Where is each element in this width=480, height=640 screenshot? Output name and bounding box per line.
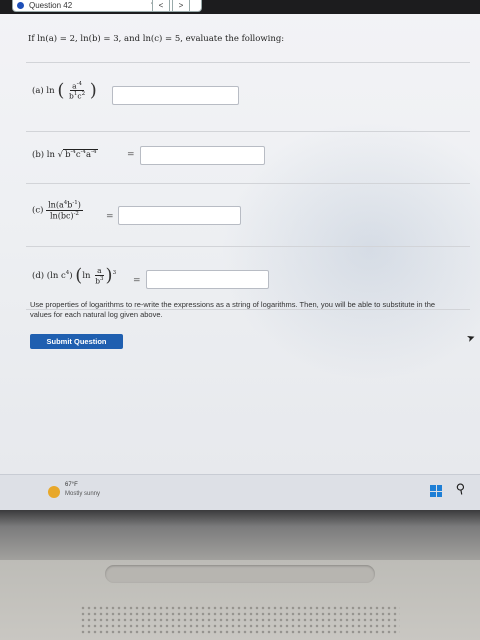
answer-c-input[interactable]: [118, 206, 241, 225]
part-b-expression: (b) ln √ b-4c-4a-4: [32, 148, 99, 160]
weather-temperature: 67°F: [65, 482, 78, 488]
part-d-expression: (d) (ln c4) (ln a b3)3: [32, 265, 117, 286]
c-den: ln(bc): [50, 211, 74, 221]
c-den-sup: -2: [73, 210, 79, 217]
part-b-ln: ln √: [46, 149, 64, 160]
taskbar: 67°F Mostly sunny ⚲: [0, 474, 480, 510]
laptop-groove: [105, 565, 375, 583]
c-num-close: ): [77, 200, 81, 210]
divider: [26, 62, 470, 63]
a-sup: -4: [91, 149, 97, 155]
speaker-grille: [80, 605, 400, 635]
d-right-num: a: [95, 265, 104, 276]
part-d-label: (d): [32, 271, 45, 281]
d-right-den-sup: 3: [100, 275, 104, 282]
part-c-expression: (c) ln(a4b-1) ln(bc)-2: [32, 200, 83, 220]
divider: [26, 246, 470, 247]
part-c-label: (c): [32, 205, 44, 216]
answer-b-input[interactable]: [140, 146, 265, 165]
status-dot-icon: [17, 2, 24, 9]
equals-sign: =: [106, 212, 114, 222]
part-a-label: (a): [32, 86, 44, 96]
windows-start-icon[interactable]: [430, 485, 442, 497]
weather-description: Mostly sunny: [65, 491, 101, 497]
divider: [26, 183, 470, 184]
a-den-sup2: 2: [81, 91, 86, 97]
laptop-hinge: [0, 510, 480, 565]
answer-a-input[interactable]: [112, 86, 239, 105]
instructions-text: Use properties of logarithms to re-write…: [30, 300, 436, 319]
question-panel: If ln(a) = 2, ln(b) = 3, and ln(c) = 5, …: [12, 22, 470, 442]
part-b-label: (b): [32, 149, 45, 160]
answer-d-input[interactable]: [146, 270, 269, 289]
d-left: (ln c: [46, 271, 66, 281]
prev-question-button[interactable]: <: [152, 0, 170, 12]
part-a-expression: (a) ln ( a-4 b1c2 ): [32, 80, 97, 101]
divider: [26, 131, 470, 132]
weather-sun-icon[interactable]: [48, 486, 60, 498]
screen: Question 42 ▼ < > If ln(a) = 2, ln(b) = …: [0, 0, 480, 510]
next-question-button[interactable]: >: [172, 0, 190, 12]
equals-sign: =: [133, 276, 141, 286]
search-icon[interactable]: ⚲: [455, 480, 467, 497]
part-a-ln: ln: [46, 86, 55, 96]
question-label: Question 42: [29, 1, 73, 10]
equals-sign: =: [127, 150, 135, 160]
d-left-close: ): [69, 271, 73, 281]
submit-question-button[interactable]: Submit Question: [30, 334, 123, 349]
d-outer-sup: 3: [112, 270, 117, 277]
a-num-sup: -4: [76, 80, 82, 87]
d-right-ln: ln: [82, 271, 91, 281]
c-num-ln: ln(a: [48, 200, 64, 210]
problem-prompt: If ln(a) = 2, ln(b) = 3, and ln(c) = 5, …: [28, 34, 285, 44]
